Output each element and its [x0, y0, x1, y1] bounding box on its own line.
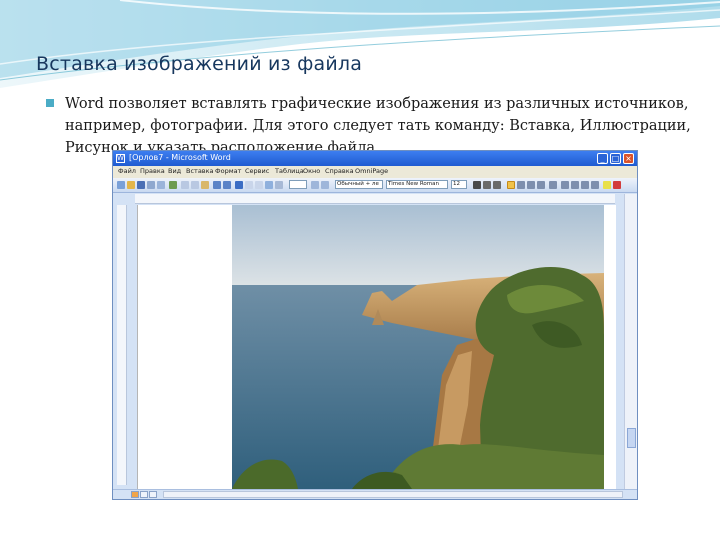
- help-icon[interactable]: [311, 181, 319, 189]
- show-formatting-icon[interactable]: [275, 181, 283, 189]
- minimize-icon[interactable]: _: [597, 153, 608, 164]
- open-folder-icon[interactable]: [127, 181, 135, 189]
- scrollbar-thumb[interactable]: [627, 428, 636, 448]
- new-document-icon[interactable]: [117, 181, 125, 189]
- paste-icon[interactable]: [201, 181, 209, 189]
- word-window-title: [Орлов7 - Microsoft Word: [129, 153, 231, 162]
- menu-tools[interactable]: Сервис: [245, 167, 269, 175]
- coastal-landscape-photo[interactable]: [232, 205, 604, 489]
- menu-format[interactable]: Формат: [215, 167, 241, 175]
- print-layout-icon[interactable]: [149, 491, 157, 498]
- font-size-select[interactable]: 12: [451, 180, 467, 189]
- document-page: [137, 205, 616, 489]
- align-left-icon[interactable]: [507, 181, 515, 189]
- font-select[interactable]: Times New Roman: [386, 180, 448, 189]
- copy-icon[interactable]: [191, 181, 199, 189]
- increase-indent-icon[interactable]: [591, 181, 599, 189]
- menu-omnipage[interactable]: OmniPage: [355, 167, 388, 175]
- horizontal-scrollbar[interactable]: [163, 491, 623, 498]
- table-icon[interactable]: [245, 181, 253, 189]
- word-window-screenshot: W [Орлов7 - Microsoft Word _ □ × Файл Пр…: [112, 150, 638, 500]
- undo-icon[interactable]: [213, 181, 221, 189]
- reading-mode-icon[interactable]: [321, 181, 329, 189]
- print-icon[interactable]: [147, 181, 155, 189]
- zoom-box[interactable]: [289, 180, 307, 189]
- underline-icon[interactable]: [493, 181, 501, 189]
- vertical-scrollbar[interactable]: [624, 194, 637, 489]
- justify-icon[interactable]: [537, 181, 545, 189]
- align-center-icon[interactable]: [517, 181, 525, 189]
- redo-icon[interactable]: [223, 181, 231, 189]
- menu-table[interactable]: Таблица: [275, 167, 304, 175]
- menu-window[interactable]: Окно: [303, 167, 320, 175]
- web-view-icon[interactable]: [140, 491, 148, 498]
- menu-file[interactable]: Файл: [118, 167, 136, 175]
- drawing-icon[interactable]: [265, 181, 273, 189]
- cut-icon[interactable]: [181, 181, 189, 189]
- decrease-indent-icon[interactable]: [581, 181, 589, 189]
- numbering-icon[interactable]: [561, 181, 569, 189]
- menu-edit[interactable]: Правка: [140, 167, 165, 175]
- save-icon[interactable]: [137, 181, 145, 189]
- style-select[interactable]: Обычный + ле: [335, 180, 383, 189]
- menu-view[interactable]: Вид: [168, 167, 181, 175]
- word-app-icon: W: [116, 154, 125, 163]
- preview-icon[interactable]: [157, 181, 165, 189]
- italic-icon[interactable]: [483, 181, 491, 189]
- header-wave-decoration: [0, 0, 720, 88]
- menu-insert[interactable]: Вставка: [186, 167, 214, 175]
- maximize-icon[interactable]: □: [610, 153, 621, 164]
- word-toolbar: Обычный + ле Times New Roman 12: [113, 178, 637, 193]
- hyperlink-icon[interactable]: [235, 181, 243, 189]
- close-icon[interactable]: ×: [623, 153, 634, 164]
- spelling-icon[interactable]: [169, 181, 177, 189]
- bold-icon[interactable]: [473, 181, 481, 189]
- vertical-ruler: [117, 205, 127, 485]
- normal-view-icon[interactable]: [131, 491, 139, 498]
- bullet-marker: [46, 99, 54, 107]
- menu-help[interactable]: Справка: [325, 167, 354, 175]
- horizontal-ruler: [135, 194, 615, 204]
- word-titlebar: W [Орлов7 - Microsoft Word _ □ ×: [113, 151, 637, 166]
- align-right-icon[interactable]: [527, 181, 535, 189]
- font-color-icon[interactable]: [613, 181, 621, 189]
- line-spacing-icon[interactable]: [549, 181, 557, 189]
- slide-title: Вставка изображений из файла: [36, 53, 363, 75]
- highlight-icon[interactable]: [603, 181, 611, 189]
- bullets-icon[interactable]: [571, 181, 579, 189]
- columns-icon[interactable]: [255, 181, 263, 189]
